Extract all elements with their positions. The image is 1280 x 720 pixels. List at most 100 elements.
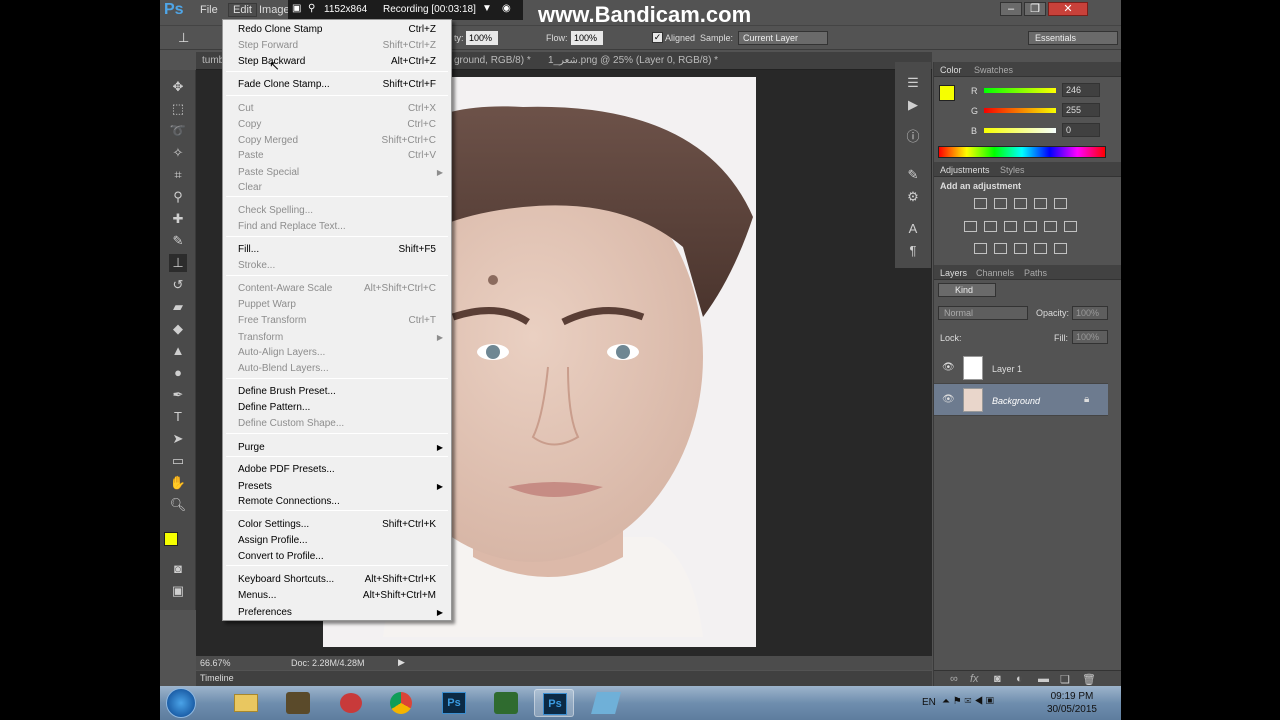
history-brush-icon[interactable]: ↺ [169, 276, 187, 294]
menu-item-color-settings[interactable]: Color Settings... Shift+Ctrl+K [223, 517, 451, 533]
menu-item-fade-clone-stamp[interactable]: Fade Clone Stamp... Shift+Ctrl+F [223, 77, 451, 93]
menu-item-fill[interactable]: Fill... Shift+F5 [223, 242, 451, 258]
paragraph-panel-icon[interactable]: ¶ [904, 242, 922, 260]
menu-edit[interactable]: Edit [228, 3, 257, 17]
taskbar-chrome[interactable] [382, 689, 422, 717]
timeline-label[interactable]: Timeline [200, 673, 234, 683]
paint-bucket-icon[interactable]: ◆ [169, 320, 187, 338]
healing-brush-icon[interactable]: ✚ [169, 210, 187, 228]
minimize-icon[interactable]: – [1000, 2, 1022, 16]
tab-channels[interactable]: Channels [976, 268, 1014, 278]
vibrance-icon[interactable] [1054, 198, 1067, 209]
adjustment-layer-icon[interactable]: ◐ [1016, 673, 1023, 685]
zoom-tool-icon[interactable]: 🔍︎ [169, 496, 187, 514]
doc-size[interactable]: Doc: 2.28M/4.28M [291, 658, 365, 668]
layer-style-icon[interactable]: fx [970, 673, 979, 685]
path-selection-icon[interactable]: ➤ [169, 430, 187, 448]
color-lookup-icon[interactable] [1064, 221, 1077, 232]
sample-select[interactable]: Current Layer [738, 31, 828, 45]
pen-tool-icon[interactable]: ✒ [169, 386, 187, 404]
blend-mode-select[interactable]: Normal [938, 306, 1028, 320]
visibility-eye-icon[interactable]: 👁︎ [942, 394, 955, 405]
taskbar-app-1[interactable] [278, 689, 318, 717]
tab-layers[interactable]: Layers [940, 268, 967, 278]
taskbar-explorer[interactable] [226, 689, 266, 717]
history-panel-icon[interactable]: ☰ [904, 74, 922, 92]
opacity-input[interactable]: 100% [466, 31, 498, 45]
status-arrow-icon[interactable]: ▶ [398, 657, 405, 668]
exposure-icon[interactable] [1034, 198, 1047, 209]
hue-saturation-icon[interactable] [964, 221, 977, 232]
menu-item-step-backward[interactable]: Step Backward Alt+Ctrl+Z [223, 54, 451, 70]
taskbar-app-4[interactable] [586, 689, 626, 717]
quick-mask-icon[interactable]: ◙ [169, 560, 187, 578]
menu-image[interactable]: Image [259, 4, 290, 16]
delete-layer-icon[interactable]: 🗑︎ [1082, 673, 1096, 686]
levels-icon[interactable] [994, 198, 1007, 209]
brush-panel-icon[interactable]: ✎ [904, 166, 922, 184]
channel-g-value[interactable]: 255 [1062, 103, 1100, 117]
hand-tool-icon[interactable]: ✋ [169, 474, 187, 492]
restore-icon[interactable]: ❐ [1024, 2, 1046, 16]
layer-row-background[interactable]: 👁︎ Background 🔒︎ [934, 384, 1108, 416]
move-tool-icon[interactable]: ✥ [169, 78, 187, 96]
channel-r-slider[interactable] [984, 88, 1056, 93]
taskbar-photoshop-2[interactable]: Ps [534, 689, 574, 717]
visibility-eye-icon[interactable]: 👁︎ [942, 362, 955, 373]
menu-item-purge[interactable]: Purge ▶ [223, 440, 451, 456]
tab-color[interactable]: Color [940, 65, 962, 75]
gradient-map-icon[interactable] [1054, 243, 1067, 254]
language-indicator[interactable]: EN [922, 697, 936, 708]
tab-paths[interactable]: Paths [1024, 268, 1047, 278]
color-foreground[interactable] [939, 85, 955, 101]
eraser-icon[interactable]: ▰ [169, 298, 187, 316]
menu-item-adobe-pdf-presets[interactable]: Adobe PDF Presets... [223, 462, 451, 478]
search-icon[interactable]: ⚲ [308, 3, 315, 14]
magic-wand-icon[interactable]: ✧ [169, 144, 187, 162]
eyedropper-icon[interactable]: ⚲ [169, 188, 187, 206]
menu-item-menus[interactable]: Menus... Alt+Shift+Ctrl+M [223, 588, 451, 604]
layer-name[interactable]: Layer 1 [992, 364, 1022, 374]
type-tool-icon[interactable]: T [169, 408, 187, 426]
flow-input[interactable]: 100% [571, 31, 603, 45]
camera-icon[interactable]: ◉ [502, 3, 511, 14]
channel-mixer-icon[interactable] [1044, 221, 1057, 232]
layer-name[interactable]: Background [992, 396, 1040, 406]
channel-g-slider[interactable] [984, 108, 1056, 113]
menu-item-presets[interactable]: Presets ▶ [223, 479, 451, 495]
channel-r-value[interactable]: 246 [1062, 83, 1100, 97]
brush-tool-icon[interactable]: ✎ [169, 232, 187, 250]
screen-mode-icon[interactable]: ▣ [169, 582, 187, 600]
selective-color-icon[interactable] [1034, 243, 1047, 254]
posterize-icon[interactable] [994, 243, 1007, 254]
rectangle-tool-icon[interactable]: ▭ [169, 452, 187, 470]
aligned-checkbox[interactable]: ✓ [652, 32, 663, 43]
taskbar-clock[interactable]: 09:19 PM 30/05/2015 [1047, 690, 1097, 716]
marquee-tool-icon[interactable]: ⬚ [169, 100, 187, 118]
zoom-level[interactable]: 66.67% [200, 658, 231, 668]
tray-icons[interactable]: ⏶ ⚑ ✉ ◀ ▣ [942, 696, 994, 707]
tab-styles[interactable]: Styles [1000, 165, 1025, 175]
new-group-icon[interactable]: ▬ [1038, 673, 1049, 685]
close-icon[interactable]: ✕ [1048, 2, 1088, 16]
taskbar-photoshop-1[interactable]: Ps [434, 689, 474, 717]
dropdown-icon[interactable]: ▼ [482, 3, 492, 14]
menu-item-assign-profile[interactable]: Assign Profile... [223, 533, 451, 549]
clone-stamp-tool-icon[interactable]: ⊥ [169, 254, 187, 272]
menu-file[interactable]: File [200, 4, 218, 16]
taskbar-app-2[interactable] [330, 689, 370, 717]
clone-stamp-icon[interactable]: ⊥ [178, 30, 189, 46]
channel-b-value[interactable]: 0 [1062, 123, 1100, 137]
brightness-icon[interactable] [974, 198, 987, 209]
layer-opacity-input[interactable]: 100% [1072, 306, 1108, 320]
tab-document-3[interactable]: 1_شعر.png @ 25% (Layer 0, RGB/8) * [548, 55, 718, 66]
color-spectrum[interactable] [938, 146, 1106, 158]
tab-document-2[interactable]: ground, RGB/8) * [454, 55, 531, 66]
character-panel-icon[interactable]: A [904, 220, 922, 238]
channel-b-slider[interactable] [984, 128, 1056, 133]
menu-item-define-pattern[interactable]: Define Pattern... [223, 400, 451, 416]
menu-item-remote-connections[interactable]: Remote Connections... [223, 494, 451, 510]
menu-item-convert-to-profile[interactable]: Convert to Profile... [223, 549, 451, 565]
layer-row-layer-1[interactable]: 👁︎ Layer 1 [934, 352, 1108, 384]
monitor-icon[interactable]: ▣ [292, 3, 301, 14]
